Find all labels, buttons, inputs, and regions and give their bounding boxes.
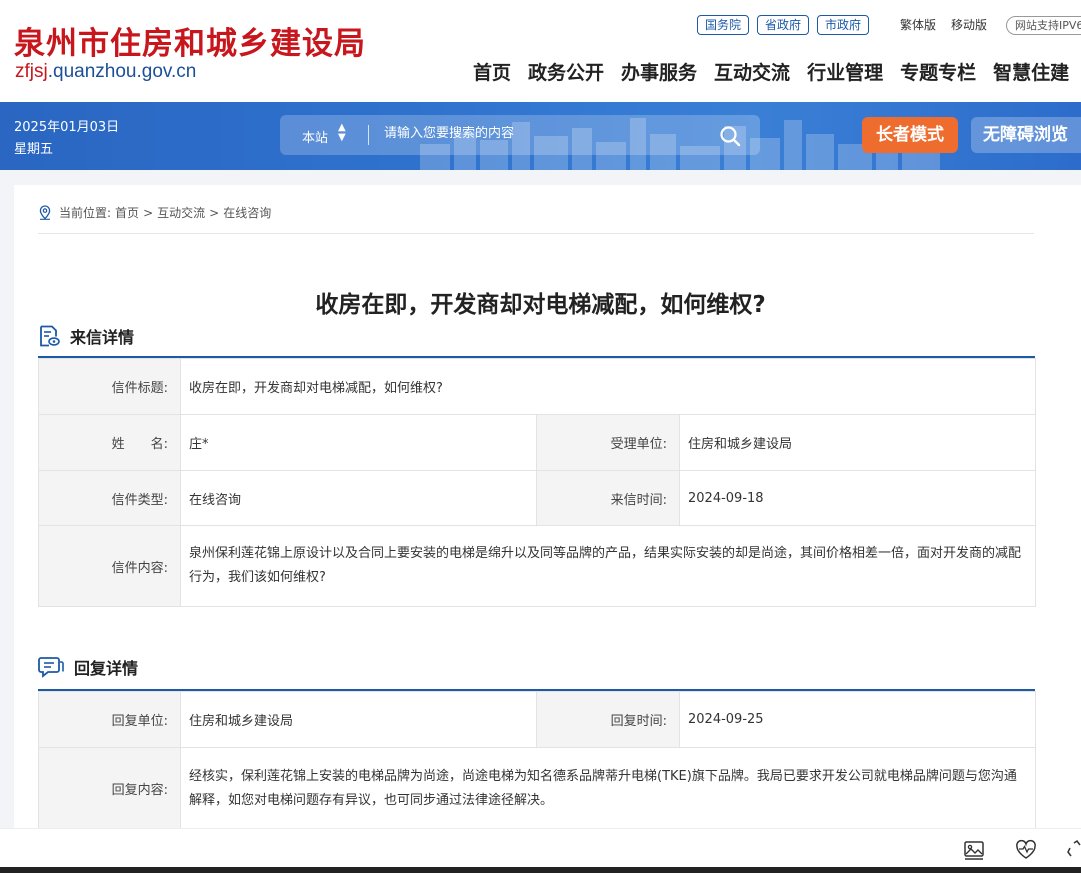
nav-item-industry[interactable]: 行业管理	[807, 58, 883, 85]
name-value: 庄*	[180, 414, 537, 471]
reply-unit-label: 回复单位:	[38, 691, 181, 748]
search-input[interactable]	[384, 126, 684, 141]
gov-link-state-council[interactable]: 国务院	[697, 15, 750, 35]
reply-chat-icon	[38, 657, 64, 678]
table-row: 姓 名: 庄* 受理单位: 住房和城乡建设局	[38, 414, 1037, 471]
traditional-link[interactable]: 繁体版	[900, 16, 936, 33]
letter-time-value: 2024-09-18	[678, 470, 1037, 526]
breadcrumb-divider	[38, 233, 1034, 234]
recycle-icon[interactable]	[1066, 839, 1081, 861]
table-row: 信件标题: 收房在即，开发商却对电梯减配，如何维权?	[38, 358, 1037, 415]
letter-content-label: 信件内容:	[38, 525, 181, 607]
table-row: 信件内容: 泉州保利莲花锦上原设计以及合同上要安装的电梯是绵升以及同等品牌的产品…	[38, 525, 1037, 607]
location-pin-icon	[39, 205, 51, 220]
nav-item-home[interactable]: 首页	[473, 58, 511, 85]
letter-section-title: 来信详情	[70, 328, 135, 347]
elder-mode-button[interactable]: 长者模式	[862, 117, 958, 153]
breadcrumb-home[interactable]: 首页	[115, 204, 139, 221]
nav-item-smart[interactable]: 智慧住建	[993, 58, 1069, 85]
breadcrumb-label: 当前位置:	[59, 206, 112, 220]
gov-link-province[interactable]: 省政府	[757, 15, 810, 35]
subject-label: 信件标题:	[38, 358, 181, 415]
main-nav: 首页 政务公开 办事服务 互动交流 行业管理 专题专栏 智慧住建	[473, 58, 1069, 85]
gov-link-city[interactable]: 市政府	[817, 15, 870, 35]
page-title: 收房在即，开发商却对电梯减配，如何维权?	[315, 292, 766, 318]
table-row: 回复单位: 住房和城乡建设局 回复时间: 2024-09-25	[38, 691, 1036, 748]
letter-detail-icon	[40, 325, 60, 347]
current-date: 2025年01月03日	[14, 120, 120, 135]
current-weekday: 星期五	[14, 142, 54, 157]
domain-rest: .quanzhou.gov.cn	[47, 61, 197, 82]
reply-content-label: 回复内容:	[38, 747, 181, 830]
breadcrumb-separator: >	[209, 205, 220, 220]
reply-detail-table: 回复单位: 住房和城乡建设局 回复时间: 2024-09-25 回复内容: 经核…	[38, 691, 1036, 830]
search-icon[interactable]	[718, 124, 742, 148]
breadcrumb-online-consult[interactable]: 在线咨询	[223, 204, 271, 221]
nav-item-interaction[interactable]: 互动交流	[714, 58, 790, 85]
site-logo-name[interactable]: 泉州市住房和城乡建设局	[14, 18, 366, 63]
breadcrumb-separator: >	[143, 205, 154, 220]
letter-time-label: 来信时间:	[536, 470, 680, 526]
heart-pulse-icon[interactable]	[1015, 839, 1037, 861]
ipv6-badge: 网站支持IPV6	[1006, 16, 1081, 35]
sort-arrows-icon[interactable]: ▲ ▼	[338, 123, 346, 143]
letter-content-value: 泉州保利莲花锦上原设计以及合同上要安装的电梯是绵升以及同等品牌的产品，结果实际安…	[179, 525, 1037, 607]
letter-section-header: 来信详情	[38, 324, 134, 348]
reply-unit-value: 住房和城乡建设局	[180, 691, 537, 748]
handling-unit-label: 受理单位:	[536, 414, 680, 471]
nav-item-services[interactable]: 办事服务	[621, 58, 697, 85]
search-scope-select[interactable]: 本站	[302, 127, 328, 146]
accessible-browse-button[interactable]: 无障碍浏览	[971, 117, 1081, 153]
bottom-toolbar	[0, 828, 1081, 868]
nav-item-topics[interactable]: 专题专栏	[900, 58, 976, 85]
domain-prefix: zfjsj	[15, 61, 48, 82]
name-label: 姓 名:	[38, 414, 181, 471]
letter-type-value: 在线咨询	[180, 470, 537, 526]
reply-time-value: 2024-09-25	[679, 691, 1036, 748]
subject-value: 收房在即，开发商却对电梯减配，如何维权?	[179, 358, 1037, 415]
table-row: 信件类型: 在线咨询 来信时间: 2024-09-18	[38, 470, 1037, 526]
site-domain[interactable]: zfjsj.quanzhou.gov.cn	[15, 61, 196, 83]
site-header: 泉州市住房和城乡建设局 zfjsj.quanzhou.gov.cn 国务院 省政…	[0, 0, 1081, 102]
search-box: 本站 ▲ ▼	[280, 115, 760, 155]
search-banner: 2025年01月03日 星期五 本站 ▲▼ 长者模式 无障碍浏览	[0, 102, 1081, 170]
reply-section-title: 回复详情	[74, 659, 139, 678]
breadcrumb: 当前位置: 首页 > 互动交流 > 在线咨询	[38, 204, 271, 221]
search-divider	[368, 125, 369, 145]
image-icon[interactable]	[963, 839, 985, 861]
letter-type-label: 信件类型:	[38, 470, 181, 526]
reply-time-label: 回复时间:	[536, 691, 680, 748]
taskbar-strip	[0, 867, 1081, 873]
handling-unit-value: 住房和城乡建设局	[678, 414, 1037, 471]
mobile-link[interactable]: 移动版	[951, 16, 987, 33]
breadcrumb-interaction[interactable]: 互动交流	[157, 204, 205, 221]
reply-content-value: 经核实，保利莲花锦上安装的电梯品牌为尚途，尚途电梯为知名德系品牌蒂升电梯(TKE…	[180, 747, 1036, 830]
reply-section-header: 回复详情	[38, 655, 138, 679]
gov-links: 国务院 省政府 市政府	[697, 15, 870, 35]
nav-item-open-gov[interactable]: 政务公开	[528, 58, 604, 85]
letter-detail-table: 信件标题: 收房在即，开发商却对电梯减配，如何维权? 姓 名: 庄* 受理单位:…	[38, 358, 1037, 607]
table-row: 回复内容: 经核实，保利莲花锦上安装的电梯品牌为尚途，尚途电梯为知名德系品牌蒂升…	[38, 747, 1036, 830]
